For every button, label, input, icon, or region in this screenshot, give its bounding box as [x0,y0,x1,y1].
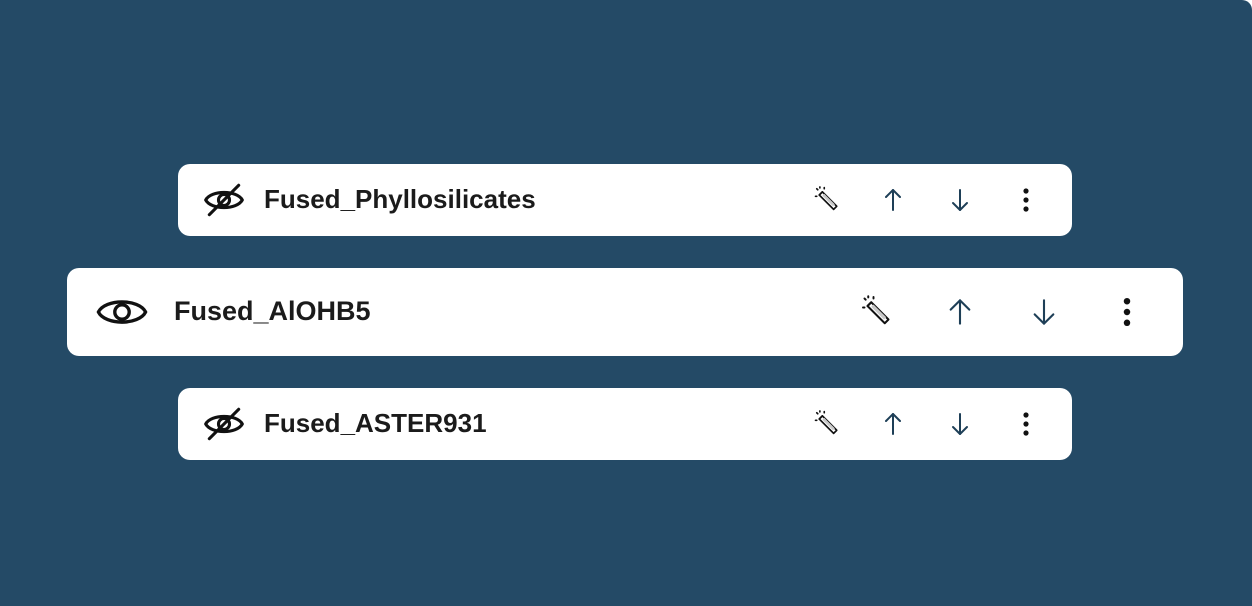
arrow-down-icon [1030,296,1058,328]
more-options-button[interactable] [1105,290,1149,334]
layer-name: Fused_ASTER931 [264,408,487,438]
visibility-toggle[interactable] [202,402,246,446]
visibility-toggle[interactable] [202,178,246,222]
move-down-button[interactable] [942,182,978,218]
eye-off-icon [202,402,246,446]
arrow-up-icon [946,296,974,328]
style-button[interactable] [856,290,900,334]
more-vertical-icon [1021,187,1031,213]
visibility-toggle[interactable] [94,284,150,340]
more-options-button[interactable] [1008,182,1044,218]
move-up-button[interactable] [875,182,911,218]
more-vertical-icon [1021,411,1031,437]
style-button[interactable] [810,182,846,218]
magic-wand-icon [813,185,843,215]
arrow-up-icon [881,411,905,437]
style-button[interactable] [810,406,846,442]
layer-row-selected[interactable]: Fused_AlOHB5 [67,268,1183,356]
arrow-down-icon [948,187,972,213]
move-up-button[interactable] [938,290,982,334]
layer-name: Fused_Phyllosilicates [264,184,536,214]
magic-wand-icon [813,409,843,439]
move-down-button[interactable] [942,406,978,442]
eye-icon [95,285,149,339]
more-vertical-icon [1121,296,1133,328]
magic-wand-icon [860,294,896,330]
layer-panel-background: Fused_Phyllosilicates Fused_AlOHB5 Fused… [0,0,1252,606]
move-down-button[interactable] [1022,290,1066,334]
move-up-button[interactable] [875,406,911,442]
arrow-up-icon [881,187,905,213]
arrow-down-icon [948,411,972,437]
layer-row[interactable]: Fused_ASTER931 [178,388,1072,460]
layer-row[interactable]: Fused_Phyllosilicates [178,164,1072,236]
layer-name: Fused_AlOHB5 [174,296,371,326]
eye-off-icon [202,178,246,222]
more-options-button[interactable] [1008,406,1044,442]
